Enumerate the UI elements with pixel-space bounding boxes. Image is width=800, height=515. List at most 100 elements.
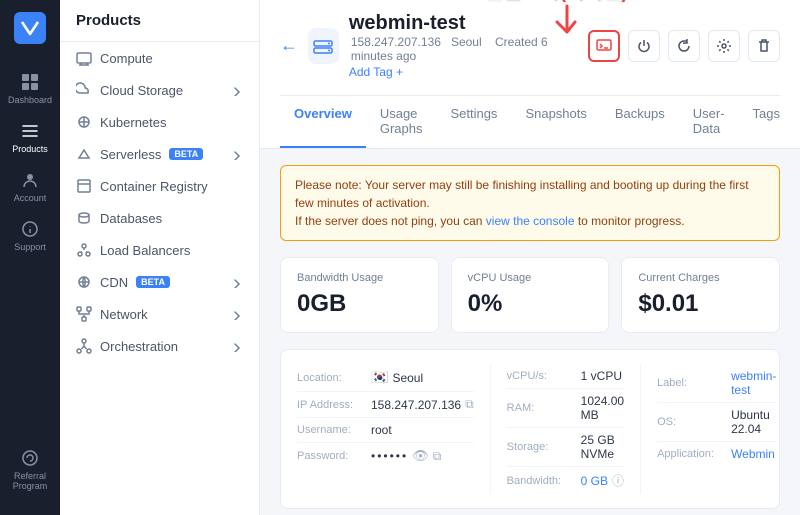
stat-label-vcpu: vCPU Usage — [468, 272, 593, 284]
content-header: ← webmin-test 158.247.207.136 Seoul Crea… — [260, 0, 800, 149]
app-logo[interactable] — [14, 12, 46, 44]
server-meta: 158.247.207.136 Seoul Created 6 minutes … — [351, 35, 578, 63]
console-button[interactable] — [588, 30, 620, 62]
chevron-icon — [231, 276, 243, 288]
server-region: Seoul — [451, 35, 482, 49]
nav-item-products[interactable]: Products — [0, 113, 60, 162]
stat-card-charges: Current Charges $0.01 — [621, 257, 780, 333]
copy-ip-icon[interactable]: ⧉ — [465, 397, 474, 412]
sidebar-item-databases[interactable]: Databases — [60, 202, 259, 234]
sidebar-item-compute[interactable]: Compute — [60, 42, 259, 74]
stats-row: Bandwidth Usage 0GB vCPU Usage 0% Curren… — [280, 257, 780, 333]
serverless-beta-badge: BETA — [169, 148, 203, 160]
sidebar-label-cdn: CDN — [100, 275, 128, 290]
sidebar-label-serverless: Serverless — [100, 147, 161, 162]
header-actions: 콘솔보기(터미널) — [588, 30, 780, 62]
nav-label-products: Products — [12, 144, 48, 154]
nav-label-dashboard: Dashboard — [8, 95, 52, 105]
detail-location: Location: 🇰🇷 Seoul — [297, 364, 474, 392]
view-console-link[interactable]: view the console — [486, 214, 575, 228]
sidebar-item-kubernetes[interactable]: Kubernetes — [60, 106, 259, 138]
sidebar-label-cloud-storage: Cloud Storage — [100, 83, 183, 98]
settings-button[interactable] — [708, 30, 740, 62]
alert-banner: Please note: Your server may still be fi… — [280, 165, 780, 241]
alert-text2: If the server does not ping, you can — [295, 214, 486, 228]
sidebar-label-compute: Compute — [100, 51, 153, 66]
back-button[interactable]: ← — [280, 35, 298, 56]
refresh-button[interactable] — [668, 30, 700, 62]
server-info: webmin-test 158.247.207.136 Seoul Create… — [349, 12, 578, 79]
nav-item-support[interactable]: Support — [0, 211, 60, 260]
details-card: Location: 🇰🇷 Seoul IP Address: 158.247.2… — [280, 349, 780, 509]
stat-label-charges: Current Charges — [638, 272, 763, 284]
delete-button[interactable] — [748, 30, 780, 62]
annotation-korean-text: 콘솔보기(터미널) — [486, 0, 628, 3]
tab-user-data[interactable]: User-Data — [679, 96, 739, 148]
sidebar-label-databases: Databases — [100, 211, 162, 226]
tab-overview[interactable]: Overview — [280, 96, 366, 148]
sidebar-item-cdn[interactable]: CDN BETA — [60, 266, 259, 298]
bandwidth-info-icon[interactable]: ⓘ — [612, 472, 624, 489]
sidebar-label-orchestration: Orchestration — [100, 339, 178, 354]
sidebar-item-container-registry[interactable]: Container Registry — [60, 170, 259, 202]
sidebar-label-container-registry: Container Registry — [100, 179, 208, 194]
alert-text1: Please note: Your server may still be fi… — [295, 178, 749, 210]
sidebar-label-network: Network — [100, 307, 148, 322]
server-name: webmin-test — [349, 12, 578, 35]
chevron-icon — [231, 308, 243, 320]
tab-usage-graphs[interactable]: Usage Graphs — [366, 96, 437, 148]
sidebar-item-orchestration[interactable]: Orchestration — [60, 330, 259, 362]
detail-bandwidth: Bandwidth: 0 GB ⓘ — [507, 467, 624, 494]
stat-card-vcpu: vCPU Usage 0% — [451, 257, 610, 333]
nav-item-dashboard[interactable]: Dashboard — [0, 64, 60, 113]
nav-label-support: Support — [14, 242, 46, 252]
copy-password-icon[interactable]: ⧉ — [433, 449, 442, 464]
add-tag-link[interactable]: Add Tag + — [349, 65, 578, 79]
detail-application: Application: Webmin — [657, 442, 776, 466]
sidebar-label-load-balancers: Load Balancers — [100, 243, 190, 258]
detail-os: OS: Ubuntu 22.04 — [657, 403, 776, 442]
sidebar: Products Compute Cloud Storage Kubernete… — [60, 0, 260, 515]
tab-snapshots[interactable]: Snapshots — [511, 96, 600, 148]
cdn-beta-badge: BETA — [136, 276, 170, 288]
sidebar-item-load-balancers[interactable]: Load Balancers — [60, 234, 259, 266]
main-content: ← webmin-test 158.247.207.136 Seoul Crea… — [260, 0, 800, 515]
sidebar-item-cloud-storage[interactable]: Cloud Storage — [60, 74, 259, 106]
stat-value-charges: $0.01 — [638, 290, 763, 318]
nav-item-account[interactable]: Account — [0, 162, 60, 211]
alert-text3: to monitor progress. — [575, 214, 685, 228]
sidebar-label-kubernetes: Kubernetes — [100, 115, 167, 130]
show-password-icon[interactable]: 👁 — [412, 448, 429, 464]
sidebar-item-network[interactable]: Network — [60, 298, 259, 330]
chevron-icon — [231, 340, 243, 352]
details-col2: vCPU/s: 1 vCPU RAM: 1024.00 MB Storage: … — [491, 364, 641, 494]
stat-value-bandwidth: 0GB — [297, 290, 422, 318]
detail-vcpu: vCPU/s: 1 vCPU — [507, 364, 624, 389]
stat-value-vcpu: 0% — [468, 290, 593, 318]
tab-settings[interactable]: Settings — [436, 96, 511, 148]
detail-username: Username: root — [297, 418, 474, 443]
tab-tags[interactable]: Tags — [739, 96, 794, 148]
detail-storage: Storage: 25 GB NVMe — [507, 428, 624, 467]
sidebar-title: Products — [60, 0, 259, 42]
tab-ddos[interactable]: DDOS — [794, 96, 800, 148]
detail-label: Label: webmin-test — [657, 364, 776, 403]
power-button[interactable] — [628, 30, 660, 62]
details-col1: Location: 🇰🇷 Seoul IP Address: 158.247.2… — [297, 364, 491, 494]
tabs: Overview Usage Graphs Settings Snapshots… — [280, 95, 780, 148]
nav-label-account: Account — [14, 193, 47, 203]
content-body: Please note: Your server may still be fi… — [260, 149, 800, 515]
details-col3: Label: webmin-test OS: Ubuntu 22.04 Appl… — [641, 364, 776, 494]
stat-card-bandwidth: Bandwidth Usage 0GB — [280, 257, 439, 333]
nav-item-referral[interactable]: Referral Program — [0, 440, 60, 499]
stat-label-bandwidth: Bandwidth Usage — [297, 272, 422, 284]
sidebar-item-serverless[interactable]: Serverless BETA — [60, 138, 259, 170]
tab-backups[interactable]: Backups — [601, 96, 679, 148]
detail-ip: IP Address: 158.247.207.136 ⧉ — [297, 392, 474, 418]
detail-password: Password: •••••• 👁 ⧉ — [297, 443, 474, 469]
server-ip: 158.247.207.136 — [351, 35, 441, 49]
console-wrapper: 콘솔보기(터미널) — [588, 30, 620, 62]
nav-label-referral: Referral Program — [0, 471, 60, 491]
detail-ram: RAM: 1024.00 MB — [507, 389, 624, 428]
server-title-row: ← webmin-test 158.247.207.136 Seoul Crea… — [280, 12, 780, 87]
